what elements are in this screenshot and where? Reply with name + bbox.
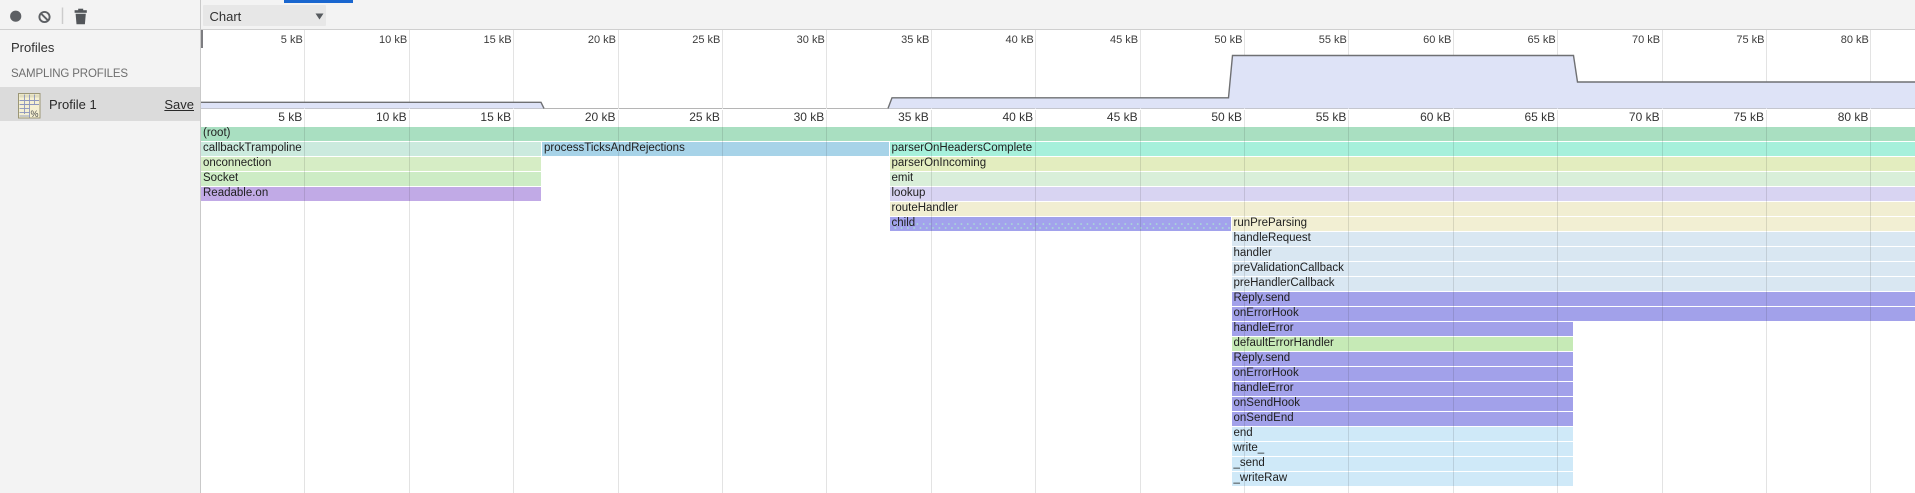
svg-text:%: % xyxy=(30,109,38,119)
